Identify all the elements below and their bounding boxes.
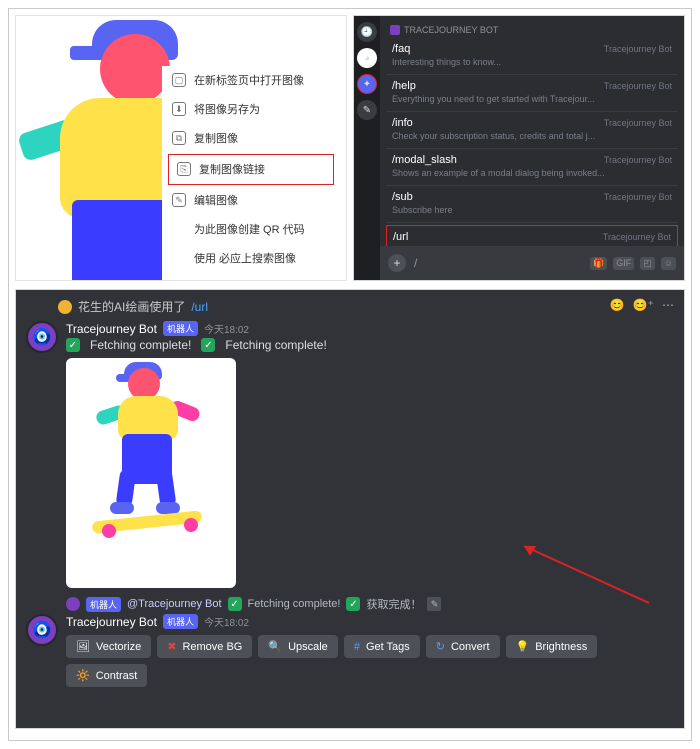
reply-avatar-icon xyxy=(66,597,80,611)
vectorize-icon: 🖼 xyxy=(76,640,90,653)
bot-username[interactable]: Tracejourney Bot xyxy=(66,615,157,629)
reaction-add-icon[interactable]: 😊⁺ xyxy=(633,298,654,312)
gift-icon[interactable]: 🎁 xyxy=(590,257,607,270)
brightness-button[interactable]: 💡Brightness xyxy=(506,635,598,658)
contrast-icon: 🔆 xyxy=(76,669,90,682)
convert-icon: ↻ xyxy=(436,640,445,653)
cm-qr-code[interactable]: 为此图像创建 QR 代码 xyxy=(162,215,340,244)
reply-reference: 机器人 @Tracejourney Bot ✓Fetching complete… xyxy=(66,596,674,612)
cm-save-as[interactable]: ⬇将图像另存为 xyxy=(162,95,340,124)
rail-avatar[interactable]: ◕ xyxy=(357,48,377,68)
upscale-button[interactable]: 🔍Upscale xyxy=(258,635,337,658)
context-menu: ▢在新标签页中打开图像 ⬇将图像另存为 ⧉复制图像 ⎘复制图像链接 ✎编辑图像 … xyxy=(162,66,340,281)
emoji-icon[interactable]: ☺ xyxy=(661,257,676,270)
cm-copy-link-highlight: ⎘复制图像链接 xyxy=(168,154,334,185)
more-icon[interactable]: ⋯ xyxy=(662,298,674,312)
cmd-info[interactable]: /infoTracejourney Bot Check your subscri… xyxy=(386,112,678,149)
edited-icon: ✎ xyxy=(427,597,441,611)
cm-edit-image[interactable]: ✎编辑图像 xyxy=(162,186,340,215)
message-input-bar: + / 🎁 GIF ◰ ☺ xyxy=(380,246,684,280)
bot-tag: 机器人 xyxy=(163,321,198,336)
rail-clock-icon[interactable]: 🕘 xyxy=(357,22,377,42)
gif-icon[interactable]: GIF xyxy=(613,257,634,270)
check-icon: ✓ xyxy=(201,338,215,352)
server-rail: 🕘 ◕ ✦ ✎ xyxy=(354,16,380,280)
timestamp: 今天18:02 xyxy=(204,614,249,629)
discord-command-panel: 🕘 ◕ ✦ ✎ TRACEJOURNEY BOT /faqTracejourne… xyxy=(353,15,685,281)
cmd-faq[interactable]: /faqTracejourney Bot Interesting things … xyxy=(386,38,678,75)
convert-button[interactable]: ↻Convert xyxy=(426,635,500,658)
upscale-icon: 🔍 xyxy=(268,640,282,653)
check-icon: ✓ xyxy=(66,338,80,352)
rail-edit-icon[interactable]: ✎ xyxy=(357,100,377,120)
tags-icon: # xyxy=(354,641,360,653)
timestamp: 今天18:02 xyxy=(204,321,249,336)
contrast-button[interactable]: 🔆Contrast xyxy=(66,664,147,687)
cm-open-new-tab[interactable]: ▢在新标签页中打开图像 xyxy=(162,66,340,95)
rail-selected-bot[interactable]: ✦ xyxy=(357,74,377,94)
browser-image-panel: ▢在新标签页中打开图像 ⬇将图像另存为 ⧉复制图像 ⎘复制图像链接 ✎编辑图像 … xyxy=(15,15,347,281)
bot-tag: 机器人 xyxy=(163,614,198,629)
removebg-icon: ✖ xyxy=(167,640,176,653)
copy-icon: ⧉ xyxy=(172,131,186,145)
search-icon: ☆ xyxy=(172,280,186,281)
cmd-modal-slash[interactable]: /modal_slashTracejourney Bot Shows an ex… xyxy=(386,149,678,186)
check-icon: ✓ xyxy=(228,597,242,611)
discord-chat-panel: 😊 😊⁺ ⋯ 花生的AI绘画使用了 /url 🧿 Tracejourney Bo… xyxy=(15,289,685,729)
removebg-button[interactable]: ✖Remove BG xyxy=(157,635,252,658)
brightness-icon: 💡 xyxy=(516,640,530,653)
bot-avatar[interactable]: 🧿 xyxy=(26,321,58,353)
save-icon: ⬇ xyxy=(172,102,186,116)
cmd-help[interactable]: /helpTracejourney Bot Everything you nee… xyxy=(386,75,678,112)
attach-button[interactable]: + xyxy=(388,254,406,272)
check-icon: ✓ xyxy=(346,597,360,611)
cm-search-web[interactable]: ☆在 Web 上搜索图像 xyxy=(162,273,340,281)
bot-avatar[interactable]: 🧿 xyxy=(26,614,58,646)
cm-copy-link[interactable]: ⎘复制图像链接 xyxy=(171,157,331,182)
reaction-icon[interactable]: 😊 xyxy=(610,298,625,312)
open-tab-icon: ▢ xyxy=(172,73,186,87)
cm-copy-image[interactable]: ⧉复制图像 xyxy=(162,124,340,153)
vectorize-button[interactable]: 🖼Vectorize xyxy=(66,635,151,658)
result-image[interactable] xyxy=(66,358,236,588)
input-text[interactable]: / xyxy=(414,256,417,270)
cm-search-bing[interactable]: 使用 必应上搜索图像 xyxy=(162,244,340,273)
command-list-header: TRACEJOURNEY BOT xyxy=(386,22,678,38)
sticker-icon[interactable]: ◰ xyxy=(640,257,655,270)
link-icon: ⎘ xyxy=(177,162,191,176)
used-command-line: 花生的AI绘画使用了 /url xyxy=(58,298,674,315)
bot-badge-icon xyxy=(390,25,400,35)
gettags-button[interactable]: #Get Tags xyxy=(344,635,420,658)
user-avatar-small-icon xyxy=(58,300,72,314)
action-buttons: 🖼Vectorize ✖Remove BG 🔍Upscale #Get Tags… xyxy=(66,635,674,687)
cmd-sub[interactable]: /subTracejourney Bot Subscribe here xyxy=(386,186,678,223)
edit-icon: ✎ xyxy=(172,193,186,207)
bot-username[interactable]: Tracejourney Bot xyxy=(66,322,157,336)
